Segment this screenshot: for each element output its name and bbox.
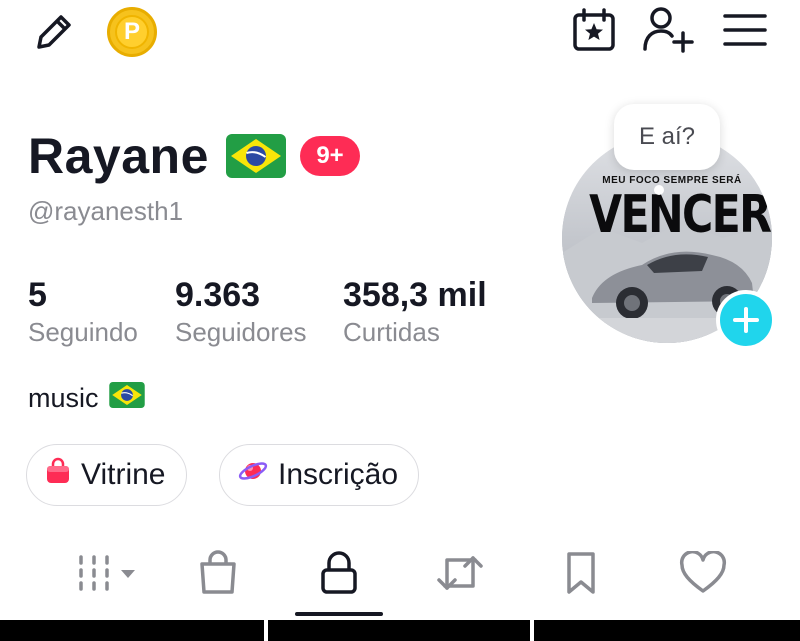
stat-likes[interactable]: 358,3 mil Curtidas	[343, 276, 487, 348]
bio: music	[28, 382, 145, 415]
pencil-icon[interactable]	[28, 6, 80, 58]
avatar-title: VENCER	[589, 185, 772, 245]
grid-divider	[530, 620, 534, 641]
active-tab-indicator	[295, 612, 383, 616]
profile-handle: @rayanesth1	[28, 196, 184, 226]
avatar-note-bubble[interactable]: E aí?	[614, 104, 720, 170]
bubble-dot	[654, 185, 664, 195]
add-user-icon[interactable]	[640, 2, 696, 58]
lock-icon[interactable]	[304, 548, 374, 598]
add-avatar-button[interactable]	[716, 290, 776, 350]
planet-icon	[238, 456, 268, 494]
notification-badge[interactable]: 9+	[300, 136, 360, 176]
stat-value: 9.363	[175, 276, 261, 314]
videos-grid-icon[interactable]	[72, 548, 142, 598]
stat-label: Seguidores	[175, 317, 307, 347]
calendar-star-icon[interactable]	[566, 4, 622, 56]
subscription-button[interactable]: Inscrição	[219, 444, 420, 506]
stat-label: Seguindo	[28, 317, 138, 347]
bio-text: music	[28, 383, 99, 413]
stat-followers[interactable]: 9.363 Seguidores	[175, 276, 307, 348]
shopping-bag-icon[interactable]	[183, 548, 253, 598]
hamburger-menu-icon[interactable]	[718, 6, 772, 54]
showcase-label: Vitrine	[81, 458, 166, 491]
profile-name: Rayane	[28, 128, 209, 184]
grid-divider	[264, 620, 268, 641]
stat-value: 5	[28, 276, 47, 314]
stat-label: Curtidas	[343, 317, 440, 347]
coin-icon[interactable]: P	[106, 6, 158, 58]
content-grid-preview[interactable]	[0, 620, 800, 641]
showcase-button[interactable]: Vitrine	[26, 444, 187, 506]
brazil-flag-icon	[108, 382, 145, 415]
plus-icon	[733, 307, 759, 333]
coin-letter: P	[115, 15, 149, 49]
subscription-label: Inscrição	[278, 458, 399, 491]
heart-icon[interactable]	[668, 548, 738, 598]
stat-value: 358,3 mil	[343, 276, 487, 314]
stat-following[interactable]: 5 Seguindo	[28, 276, 138, 348]
shopping-bag-icon	[45, 457, 71, 493]
repost-icon[interactable]	[425, 548, 495, 598]
bubble-text: E aí?	[638, 123, 696, 150]
brazil-flag-icon	[226, 134, 286, 178]
bookmark-icon[interactable]	[546, 548, 616, 598]
